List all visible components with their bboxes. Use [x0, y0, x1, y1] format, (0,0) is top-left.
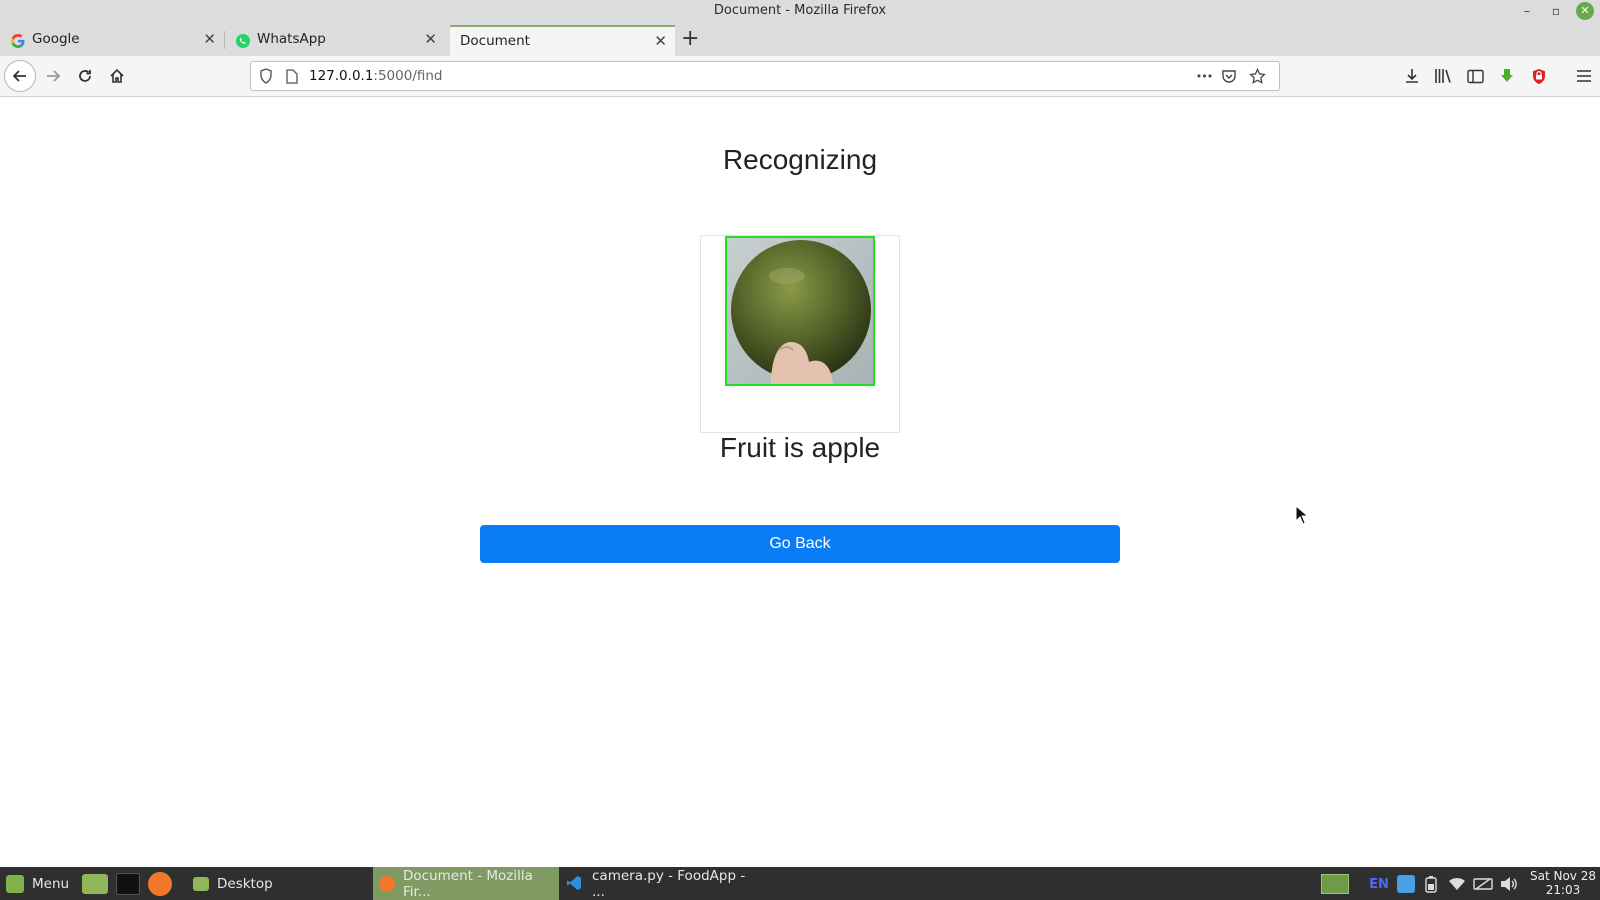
window-title: Document - Mozilla Firefox: [713, 3, 887, 18]
downloads-icon[interactable]: [1401, 65, 1423, 87]
clock-time: 21:03: [1545, 883, 1581, 897]
page-actions-icon[interactable]: •••: [1192, 67, 1216, 85]
firefox-icon: [148, 871, 172, 896]
bookmark-star-icon[interactable]: [1248, 67, 1266, 85]
taskbar: Menu Desktop Document - Mozilla Fir... c…: [0, 867, 1600, 900]
battery-icon[interactable]: [1422, 874, 1440, 894]
firefox-icon: [379, 875, 395, 892]
taskbar-item-firefox[interactable]: Document - Mozilla Fir...: [373, 867, 559, 900]
adblock-icon[interactable]: [1528, 65, 1550, 87]
window-titlebar: Document - Mozilla Firefox – ▫ ✕ Google …: [0, 0, 1600, 56]
close-tab-icon[interactable]: ✕: [654, 32, 667, 50]
page-info-icon[interactable]: [283, 67, 301, 85]
files-launcher[interactable]: [82, 867, 116, 900]
keyboard-layout[interactable]: EN: [1366, 874, 1392, 894]
hamburger-menu-icon[interactable]: [1573, 65, 1595, 87]
tab-label: Document: [460, 33, 530, 49]
minimize-button[interactable]: –: [1518, 2, 1536, 20]
shield-icon[interactable]: [257, 67, 275, 85]
network-icon[interactable]: [1472, 874, 1494, 894]
tab-label: Google: [32, 31, 80, 47]
wifi-icon[interactable]: [1446, 874, 1468, 894]
mint-logo-icon: [6, 874, 24, 893]
clock-date: Sat Nov 28: [1530, 869, 1596, 883]
taskbar-item-label: Document - Mozilla Fir...: [403, 867, 533, 900]
close-tab-icon[interactable]: ✕: [424, 30, 437, 48]
home-button[interactable]: [101, 60, 133, 92]
vscode-icon: [566, 875, 584, 893]
terminal-launcher[interactable]: [116, 867, 148, 900]
update-manager-icon[interactable]: [1396, 874, 1416, 894]
url-text[interactable]: 127.0.0.1:5000/find: [309, 68, 443, 84]
back-button[interactable]: [4, 60, 36, 92]
reload-icon: [79, 70, 91, 82]
download-extension-icon[interactable]: [1496, 65, 1518, 87]
taskbar-item-vscode[interactable]: camera.py - FoodApp - ...: [562, 867, 752, 900]
page-title: Recognizing: [722, 144, 878, 175]
arrow-right-icon: [47, 70, 61, 82]
sidebar-icon[interactable]: [1464, 65, 1486, 87]
whatsapp-icon: [235, 33, 251, 49]
tab-document[interactable]: Document ✕: [450, 25, 675, 56]
volume-icon[interactable]: [1498, 874, 1520, 894]
tab-google[interactable]: Google ✕: [0, 25, 224, 56]
taskbar-item-label: Desktop: [217, 875, 273, 892]
google-icon: [10, 33, 26, 49]
new-tab-button[interactable]: +: [681, 26, 699, 51]
menu-label: Menu: [32, 875, 70, 892]
recognition-result: Fruit is apple: [719, 432, 881, 463]
home-icon: [110, 68, 124, 83]
mouse-cursor-icon: [1295, 505, 1309, 525]
folder-icon: [193, 876, 209, 891]
close-tab-icon[interactable]: ✕: [203, 30, 216, 48]
navigation-toolbar: 127.0.0.1:5000/find •••: [0, 56, 1600, 97]
go-back-button[interactable]: Go Back: [480, 525, 1120, 563]
workspace-switcher[interactable]: [1320, 874, 1350, 894]
library-icon[interactable]: [1432, 65, 1454, 87]
start-menu-button[interactable]: Menu: [6, 867, 69, 900]
taskbar-item-label: camera.py - FoodApp - ...: [592, 867, 746, 900]
workspace-icon: [1321, 874, 1349, 894]
pocket-icon[interactable]: [1220, 67, 1238, 85]
url-bar[interactable]: 127.0.0.1:5000/find •••: [250, 61, 1280, 91]
folder-icon: [82, 873, 108, 894]
fruit-photo: [725, 236, 875, 386]
terminal-icon: [116, 872, 140, 895]
reload-button[interactable]: [69, 60, 101, 92]
taskbar-item-desktop[interactable]: Desktop: [185, 867, 373, 900]
tab-whatsapp[interactable]: WhatsApp ✕: [225, 25, 445, 56]
close-window-button[interactable]: ✕: [1576, 2, 1594, 20]
clock[interactable]: Sat Nov 28 21:03: [1528, 869, 1598, 897]
maximize-button[interactable]: ▫: [1547, 2, 1565, 20]
arrow-left-icon: [12, 70, 26, 82]
firefox-launcher[interactable]: [148, 867, 180, 900]
forward-button[interactable]: [37, 60, 69, 92]
image-frame: [700, 235, 900, 433]
page-content: Recognizing Fruit is apple Go Back: [0, 97, 1600, 867]
tab-label: WhatsApp: [257, 31, 326, 47]
